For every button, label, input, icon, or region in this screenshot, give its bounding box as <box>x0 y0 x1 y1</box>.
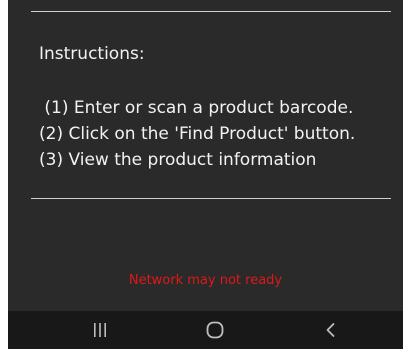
instruction-step-1: (1) Enter or scan a product barcode. <box>39 98 354 118</box>
instructions-heading: Instructions: <box>39 44 145 64</box>
instruction-step-2: (2) Click on the 'Find Product' button. <box>39 124 356 144</box>
back-icon <box>326 323 335 337</box>
top-divider <box>31 11 391 12</box>
home-icon <box>206 321 224 339</box>
recent-apps-icon <box>94 323 106 337</box>
bottom-divider <box>31 198 391 199</box>
instructions-list: (1) Enter or scan a product barcode. (2)… <box>39 95 355 173</box>
home-button[interactable] <box>185 311 245 349</box>
back-button[interactable] <box>301 311 361 349</box>
recents-button[interactable] <box>70 311 130 349</box>
network-status-message: Network may not ready <box>128 273 283 288</box>
system-navigation-bar <box>8 311 403 349</box>
app-screen: Instructions: (1) Enter or scan a produc… <box>0 0 410 349</box>
instruction-step-3: (3) View the product information <box>39 150 317 170</box>
